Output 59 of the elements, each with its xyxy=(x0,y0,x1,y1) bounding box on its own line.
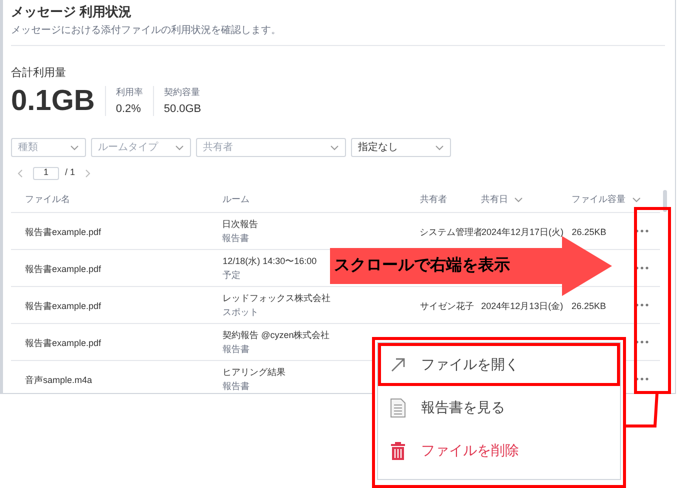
more-icon xyxy=(635,303,650,307)
stat-value: 0.2% xyxy=(116,102,142,116)
chevron-down-icon xyxy=(632,197,641,203)
chevron-down-icon xyxy=(175,144,184,150)
file-name: 報告書example.pdf xyxy=(25,338,102,348)
share-date: 2024年12月17日(火) xyxy=(481,227,564,237)
arrow-up-right-icon xyxy=(390,356,406,372)
menu-item[interactable]: ファイルを削除 xyxy=(378,429,620,472)
sharer-name: システム管理者 xyxy=(419,227,482,237)
column-header: 共有者 xyxy=(420,193,448,206)
page-title: メッセージ 利用状況 xyxy=(11,3,133,20)
scrollbar[interactable] xyxy=(663,190,667,212)
room-type: スポット xyxy=(222,306,259,318)
usage-label: 合計利用量 xyxy=(11,66,67,80)
file-name: 報告書example.pdf xyxy=(25,227,102,237)
room-name: レッドフォックス株式会社 xyxy=(222,292,331,304)
file-size: 26.25KB xyxy=(572,301,606,311)
more-icon xyxy=(635,229,650,233)
more-icon xyxy=(635,377,650,381)
file-name: 音声sample.m4a xyxy=(25,375,92,385)
menu-item[interactable]: 報告書を見る xyxy=(378,386,620,429)
room-name: 契約報告 @cyzen株式会社 xyxy=(222,329,330,341)
usage-total: 0.1GB xyxy=(11,86,96,116)
filter-dropdown[interactable]: 種類 xyxy=(11,138,86,157)
page-total: / 1 xyxy=(65,166,76,180)
filter-dropdown[interactable]: 共有者 xyxy=(196,138,346,157)
chevron-down-icon xyxy=(330,144,339,150)
chevron-down-icon xyxy=(435,144,444,150)
column-header: ルーム xyxy=(222,193,250,206)
room-type: 報告書 xyxy=(222,343,250,355)
filter-dropdown[interactable]: 指定なし xyxy=(351,138,451,157)
document-icon xyxy=(390,398,406,418)
stat-value: 50.0GB xyxy=(164,102,202,116)
room-name: 日次報告 xyxy=(222,218,258,230)
menu-item[interactable]: ファイルを開く xyxy=(378,343,620,386)
room-type: 報告書 xyxy=(222,232,250,244)
file-name: 報告書example.pdf xyxy=(25,264,102,274)
chevron-down-icon xyxy=(70,144,79,150)
stat-label: 契約容量 xyxy=(164,86,201,98)
filter-dropdown[interactable]: ルームタイプ xyxy=(91,138,191,157)
room-type: 予定 xyxy=(222,269,241,281)
chevron-down-icon xyxy=(514,197,524,203)
column-header: ファイル名 xyxy=(25,193,70,206)
room-type: 報告書 xyxy=(222,380,250,392)
more-icon xyxy=(635,266,650,270)
page-description: メッセージにおける添付ファイルの利用状況を確認します。 xyxy=(11,25,282,37)
file-size: 26.25KB xyxy=(572,227,606,237)
stat-label: 利用率 xyxy=(116,86,143,98)
room-name: ヒアリング結果 xyxy=(222,366,286,378)
sharer-name: サイゼン花子 xyxy=(420,301,474,311)
column-header[interactable]: 共有日 xyxy=(481,193,508,207)
room-name: 12/18(水) 14:30〜16:00 xyxy=(222,255,317,267)
share-date: 2024年12月13日(金) xyxy=(481,301,564,311)
trash-icon xyxy=(390,440,406,460)
column-header[interactable]: ファイル容量 xyxy=(572,193,626,207)
page-input[interactable]: 1 xyxy=(33,166,59,180)
file-name: 報告書example.pdf xyxy=(25,301,102,311)
more-icon xyxy=(635,340,650,344)
arrow-text: スクロールで右端を表示 xyxy=(334,256,510,276)
